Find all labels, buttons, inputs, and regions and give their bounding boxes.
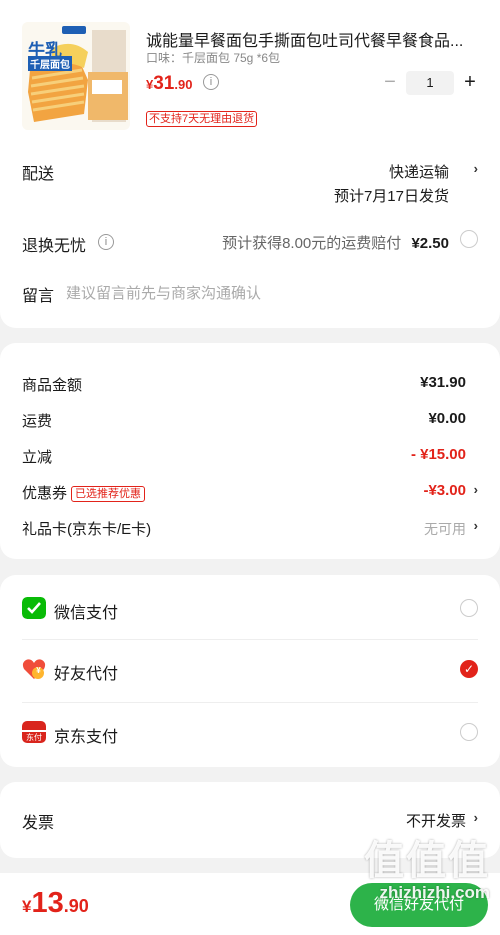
- payment-option-jd[interactable]: 东付 京东支付: [0, 703, 500, 767]
- wechat-pay-icon: [22, 597, 46, 619]
- watermark: 值值值 zhizhizhi.com: [364, 838, 490, 902]
- friend-pay-icon: ¥: [22, 658, 46, 680]
- return-radio[interactable]: [460, 230, 478, 248]
- delivery-chevron-icon[interactable]: ›: [474, 161, 478, 176]
- return-label: 退换无忧: [22, 238, 87, 255]
- summary-item-giftcard-value[interactable]: 无可用: [424, 519, 466, 539]
- no-return-tag: 不支持7天无理由退货: [146, 111, 258, 127]
- watermark-logo: 值值值: [364, 839, 490, 883]
- invoice-label: 发票: [22, 815, 55, 832]
- payment-radio-jd[interactable]: [460, 723, 478, 741]
- return-desc-text: 预计获得8.00元的运费赔付: [222, 235, 402, 252]
- delivery-date: 预计7月17日发货: [333, 188, 449, 205]
- summary-item-coupon-value[interactable]: -¥3.00: [423, 482, 466, 499]
- coupon-chevron-icon[interactable]: ›: [474, 482, 478, 497]
- payment-label-jd: 京东支付: [54, 729, 119, 746]
- note-label: 留言: [22, 288, 55, 305]
- quantity-minus-button[interactable]: −: [378, 71, 402, 95]
- jd-pay-icon-text: 东付: [22, 730, 46, 743]
- payment-label-friend: 好友代付: [54, 666, 119, 683]
- coupon-label: 优惠券: [22, 485, 68, 502]
- payment-option-friend[interactable]: ¥ 好友代付 ✓: [0, 640, 500, 702]
- summary-item-discount-value: - ¥15.00: [410, 446, 466, 463]
- total-integer: 13: [31, 887, 64, 919]
- price-decimal: .90: [174, 77, 193, 92]
- price-integer: 31: [153, 73, 175, 94]
- invoice-chevron-icon[interactable]: ›: [474, 810, 478, 825]
- payment-radio-friend-checked[interactable]: ✓: [460, 660, 478, 678]
- product-title[interactable]: 诚能量早餐面包手撕面包吐司代餐早餐食品...: [146, 27, 476, 51]
- summary-item-discount-label: 立减: [22, 449, 53, 466]
- product-thumbnail[interactable]: 牛乳 千层面包: [22, 22, 130, 130]
- invoice-value[interactable]: 不开发票: [406, 810, 466, 831]
- quantity-plus-button[interactable]: +: [458, 71, 482, 95]
- total-price: ¥13.90: [22, 887, 89, 920]
- return-info-icon[interactable]: i: [98, 234, 114, 250]
- note-input[interactable]: 建议留言前先与商家沟通确认: [66, 282, 261, 303]
- payment-radio-wechat[interactable]: [460, 599, 478, 617]
- payment-label-wechat: 微信支付: [54, 605, 119, 622]
- total-decimal: .90: [63, 896, 89, 916]
- price-summary-card: 商品金额 ¥31.90 运费 ¥0.00 立减 - ¥15.00 优惠券 已选推荐…: [0, 343, 500, 559]
- summary-item-goods-label: 商品金额: [22, 377, 83, 394]
- friend-pay-symbol: ¥: [36, 666, 41, 675]
- summary-item-giftcard-label: 礼品卡(京东卡/E卡): [22, 521, 152, 538]
- summary-item-coupon-label: 优惠券 已选推荐优惠: [22, 482, 146, 503]
- product-price: ¥31.90: [146, 73, 192, 95]
- jd-pay-icon: 东付: [22, 721, 46, 743]
- delivery-label: 配送: [22, 166, 55, 183]
- delivery-method[interactable]: 快递运输: [389, 161, 449, 182]
- summary-item-goods-value: ¥31.90: [420, 374, 466, 391]
- return-desc: 预计获得8.00元的运费赔付 ¥2.50: [222, 232, 449, 253]
- watermark-url: zhizhizhi.com: [379, 883, 491, 902]
- coupon-tag: 已选推荐优惠: [71, 486, 146, 503]
- price-info-icon[interactable]: i: [203, 74, 219, 90]
- payment-option-wechat[interactable]: 微信支付: [0, 575, 500, 639]
- summary-item-shipping-value: ¥0.00: [428, 410, 466, 427]
- order-item-card: 牛乳 千层面包 诚能量早餐面包手撕面包吐司代餐早餐食品... 口味：千层面包 7…: [0, 0, 500, 328]
- summary-item-shipping-label: 运费: [22, 413, 53, 430]
- giftcard-chevron-icon[interactable]: ›: [474, 518, 478, 533]
- product-spec: 口味：千层面包 75g *6包: [146, 51, 281, 65]
- return-price: ¥2.50: [411, 235, 449, 252]
- quantity-field[interactable]: 1: [406, 71, 454, 95]
- product-thumb-subtext: 千层面包: [28, 56, 72, 71]
- payment-methods-card: 微信支付 ¥ 好友代付 ✓ 东付 京东支付: [0, 575, 500, 767]
